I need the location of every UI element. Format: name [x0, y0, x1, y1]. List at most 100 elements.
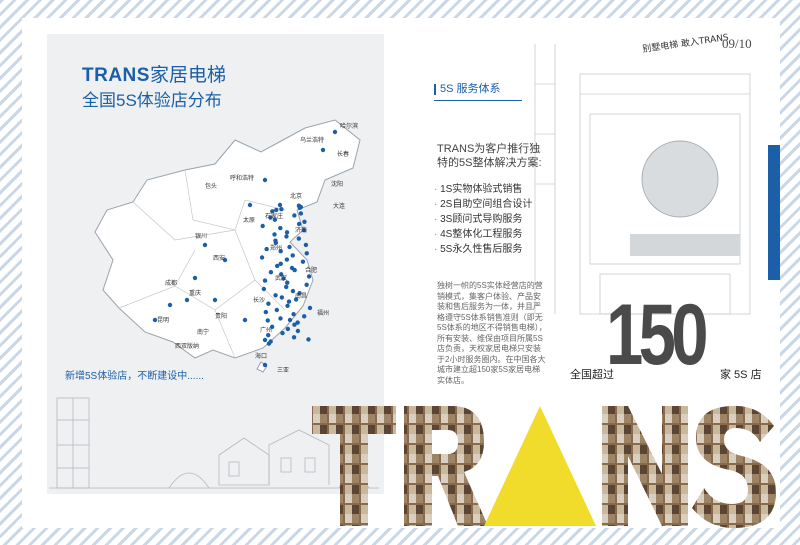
city-label: 郑州 — [270, 244, 282, 252]
intro-text: TRANS为客户推行独特的5S整体解决方案: — [437, 143, 542, 169]
store-dot — [300, 259, 306, 264]
store-dot — [287, 317, 293, 323]
city-label: 三亚 — [277, 367, 289, 374]
city-label: 贵阳 — [215, 312, 227, 320]
store-dot — [297, 205, 302, 210]
store-dot — [247, 202, 253, 208]
store-dot — [265, 318, 270, 323]
store-dot — [280, 330, 285, 336]
store-dot — [262, 362, 268, 368]
store-dot — [259, 255, 265, 260]
city-label: 石家庄 — [265, 212, 283, 220]
store-dot — [285, 303, 290, 308]
store-dot — [202, 242, 208, 248]
store-dot — [274, 263, 280, 269]
store-dot — [302, 314, 307, 319]
city-label: 济南 — [295, 226, 307, 234]
city-label: 昆明 — [157, 317, 169, 324]
store-dot — [284, 230, 290, 235]
store-dot — [332, 129, 338, 135]
city-label: 乌兰浩特 — [300, 136, 324, 144]
city-label: 成都 — [165, 279, 177, 287]
section-title: 5S 服务体系 — [434, 82, 522, 101]
map-title: TRANS家居电梯 — [82, 63, 226, 89]
store-dot — [292, 267, 297, 273]
city-label: 沈阳 — [331, 180, 343, 188]
store-dot — [273, 293, 278, 298]
store-dot — [292, 322, 297, 327]
storefront-sign — [630, 234, 740, 256]
store-dot — [279, 207, 284, 212]
china-outline — [94, 119, 361, 359]
city-label: 长沙 — [253, 296, 265, 304]
store-dot — [184, 297, 190, 303]
city-label: 西双版纳 — [175, 342, 199, 350]
store-dot — [303, 242, 309, 248]
store-dot — [286, 299, 292, 304]
city-label: 长春 — [337, 150, 349, 158]
store-dot — [284, 284, 289, 290]
store-dot — [192, 275, 198, 281]
china-map: 哈尔滨乌兰浩特长春呼和浩特沈阳 包头北京大连石家庄济南 太原银川西安 郑州合肥武汉成都… — [94, 119, 361, 374]
city-label: 合肥 — [305, 266, 317, 274]
store-dot — [260, 223, 265, 229]
letter-s — [692, 405, 776, 528]
store-dot — [296, 236, 302, 241]
store-dot — [296, 221, 302, 227]
city-label: 福州 — [317, 309, 329, 317]
city-label: 太原 — [243, 216, 255, 224]
store-dot — [273, 240, 279, 245]
city-label: 武汉 — [275, 274, 287, 282]
city-label: 大连 — [333, 202, 345, 210]
store-dot — [298, 211, 304, 216]
store-dot — [212, 297, 218, 303]
city-label: 南昌 — [295, 292, 307, 300]
store-dot — [266, 341, 272, 346]
service-list: 1S实物体验式销售 2S自助空间组合设计 3S顾问式导购服务 4S整体化工程服务… — [434, 182, 532, 257]
blue-accent-bar — [768, 145, 780, 280]
trans-wordmark — [312, 405, 776, 528]
store-dot — [279, 295, 285, 300]
store-dot — [306, 337, 311, 342]
store-dot — [304, 282, 309, 287]
store-count-suffix: 家 5S 店 — [720, 369, 762, 381]
page-number: 09/10 — [722, 36, 752, 51]
store-dot — [278, 316, 283, 321]
store-dot — [242, 317, 248, 323]
store-dot — [262, 278, 268, 283]
store-dot — [291, 312, 296, 317]
city-label: 包头 — [205, 182, 217, 190]
store-dot — [262, 337, 268, 343]
store-dot — [272, 232, 277, 237]
store-dot — [302, 219, 307, 224]
store-dot — [295, 328, 301, 334]
list-item: 4S整体化工程服务 — [434, 227, 532, 242]
body-text: 独树一帜的5S实体经营店的营销模式，集客户体验、产品安装和售后服务为一体，并且严… — [437, 281, 547, 385]
city-label: 重庆 — [189, 289, 201, 297]
store-dot — [277, 202, 283, 208]
store-dot — [290, 288, 296, 294]
store-dot — [263, 309, 269, 315]
store-dot — [285, 326, 291, 332]
title-product: 家居电梯 — [149, 65, 226, 86]
list-item: 5S永久性售后服务 — [434, 242, 532, 257]
store-dot — [287, 244, 292, 250]
list-item: 2S自助空间组合设计 — [434, 197, 532, 212]
store-dot — [264, 246, 269, 252]
store-dot — [274, 307, 280, 313]
city-label: 广州 — [260, 326, 272, 334]
store-dot — [261, 286, 267, 292]
list-item: 3S顾问式导购服务 — [434, 212, 532, 227]
city-label: 北京 — [290, 192, 302, 200]
store-dot — [290, 253, 295, 258]
store-dot — [278, 225, 283, 231]
city-label: 西安 — [213, 254, 225, 262]
city-label: 呼和浩特 — [230, 174, 254, 182]
list-item: 1S实物体验式销售 — [434, 182, 532, 197]
store-count-number: 150 — [606, 287, 709, 383]
building-sketch — [534, 44, 751, 315]
brand-name: TRANS — [82, 65, 150, 86]
city-label: 南宁 — [197, 328, 209, 336]
store-dot — [304, 251, 309, 256]
store-dot — [284, 234, 289, 239]
